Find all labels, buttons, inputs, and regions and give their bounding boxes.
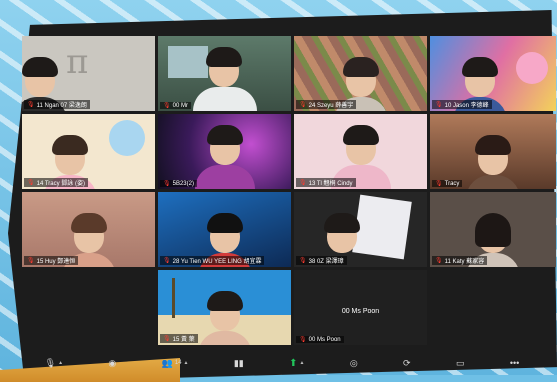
muted-mic-icon: 🎙︎	[435, 258, 443, 264]
participant-name: 🎙︎ 15 黃 葉	[160, 334, 198, 343]
participant-name: 🎙︎ 10 Jason 李德峰	[432, 100, 492, 109]
participant-tile[interactable]: 🎙︎ 15 黃 葉	[158, 270, 291, 345]
participant-tile[interactable]: 🎙︎ 13 Tl 翹桐 Cindy	[294, 114, 427, 189]
meeting-toolbar: 🎙︎ ▲ ◉ 👥 14 ▲ ▮▮ ⬆ ▲ ◎ ⟳ ▭ •••	[22, 352, 542, 374]
muted-mic-icon: 🎙︎	[163, 258, 171, 264]
participant-tile[interactable]: 🎙︎ Tracy	[430, 114, 556, 189]
participants-count: 14	[174, 360, 182, 366]
participants-icon: 👥	[161, 357, 173, 368]
muted-mic-icon: 🎙︎	[163, 181, 171, 187]
participants-button[interactable]: 👥 14 ▲	[162, 358, 189, 369]
participant-name: 🎙︎ 13 Tl 翹桐 Cindy	[296, 178, 356, 187]
caret-icon[interactable]: ▲	[184, 360, 189, 366]
participant-tile-active-speaker[interactable]: 🎙︎ 00 Mr	[158, 36, 291, 111]
video-icon: ◉	[108, 357, 117, 368]
polls-button[interactable]: ▮▮	[234, 358, 244, 369]
muted-mic-icon: 🎙︎	[435, 181, 443, 187]
muted-mic-icon: 🎙︎	[163, 103, 171, 109]
record-icon: ◎	[349, 357, 358, 368]
reactions-button[interactable]: ⟳	[403, 358, 411, 369]
participant-tile[interactable]: 🎙︎ 15 Huy 鄭達恒	[22, 192, 155, 267]
participant-tile[interactable]: 🎙︎ 11 Katy 蘇家容	[430, 192, 556, 267]
participant-tile[interactable]: π 🎙︎ 11 Ngan 07 梁逸朗	[22, 36, 155, 111]
whiteboard-button[interactable]: ▭	[456, 358, 465, 369]
muted-mic-icon: 🎙︎	[27, 180, 35, 186]
share-screen-button[interactable]: ⬆ ▲	[289, 358, 304, 369]
participant-avatar	[197, 291, 252, 345]
participant-avatar	[192, 47, 257, 111]
muted-mic-icon: 🎙︎	[27, 258, 35, 264]
participant-tile[interactable]: 🎙︎ 10 Jason 李德峰	[430, 36, 556, 111]
participant-tile[interactable]: 🎙︎ 28 Yu Tien WU YEE LING 胡宜霖	[158, 192, 291, 267]
participant-name: 🎙︎ 11 Katy 蘇家容	[432, 256, 488, 265]
participant-display-name: 00 Ms Poon	[341, 308, 380, 315]
kirby-poster	[516, 52, 548, 84]
poster	[109, 120, 145, 156]
sunglasses-overlay	[210, 224, 240, 231]
muted-mic-icon: 🎙︎	[299, 102, 307, 108]
mic-icon: 🎙︎	[44, 357, 57, 368]
whiteboard-icon: ▭	[455, 357, 465, 368]
reactions-icon: ⟳	[403, 357, 411, 368]
participant-name: 🎙︎ 15 Huy 鄭達恒	[24, 256, 79, 265]
participant-tile[interactable]: 🎙︎ 38 0Z 梁澤璋	[294, 192, 427, 267]
more-icon: •••	[509, 358, 520, 368]
muted-mic-icon: 🎙︎	[435, 102, 443, 108]
participant-name: 🎙︎ 14 Tracy 鄧詠 (姿)	[24, 178, 88, 187]
caret-icon[interactable]: ▲	[300, 360, 305, 366]
participant-avatar	[194, 125, 255, 189]
participant-name: 🎙︎ Tracy	[432, 180, 463, 187]
pi-poster: π	[66, 42, 89, 82]
record-button[interactable]: ◎	[350, 358, 358, 369]
muted-mic-icon: 🎙︎	[27, 102, 35, 108]
participant-name: 🎙︎ 38 0Z 梁澤璋	[296, 256, 347, 265]
participant-name: 🎙︎ 00 Ms Poon	[296, 336, 344, 343]
participant-tile[interactable]: 🎙︎ 5B23(2)	[158, 114, 291, 189]
muted-mic-icon: 🎙︎	[163, 336, 171, 342]
video-button[interactable]: ◉	[108, 358, 116, 369]
participant-tile[interactable]: 🎙︎ 24 Szeyu 薛善宇	[294, 36, 427, 111]
participant-avatar	[466, 135, 520, 189]
muted-mic-icon: 🎙︎	[299, 180, 307, 186]
participant-name: 🎙︎ 28 Yu Tien WU YEE LING 胡宜霖	[160, 256, 265, 265]
participant-name: 🎙︎ 24 Szeyu 薛善宇	[296, 100, 357, 109]
participant-name: 🎙︎ 5B23(2)	[160, 180, 197, 187]
participant-name: 🎙︎ 00 Mr	[160, 102, 191, 109]
participant-tile[interactable]: 🎙︎ 14 Tracy 鄧詠 (姿)	[22, 114, 155, 189]
share-icon: ⬆	[289, 357, 298, 369]
caret-icon[interactable]: ▲	[58, 360, 63, 366]
muted-mic-icon: 🎙︎	[299, 258, 307, 264]
muted-mic-icon: 🎙︎	[299, 337, 307, 343]
mic-button[interactable]: 🎙︎ ▲	[45, 358, 63, 369]
polls-icon: ▮▮	[233, 357, 244, 368]
participant-name: 🎙︎ 11 Ngan 07 梁逸朗	[24, 100, 90, 109]
participant-tile-no-video[interactable]: 00 Ms Poon 🎙︎ 00 Ms Poon	[294, 270, 427, 345]
more-button[interactable]: •••	[510, 358, 519, 368]
